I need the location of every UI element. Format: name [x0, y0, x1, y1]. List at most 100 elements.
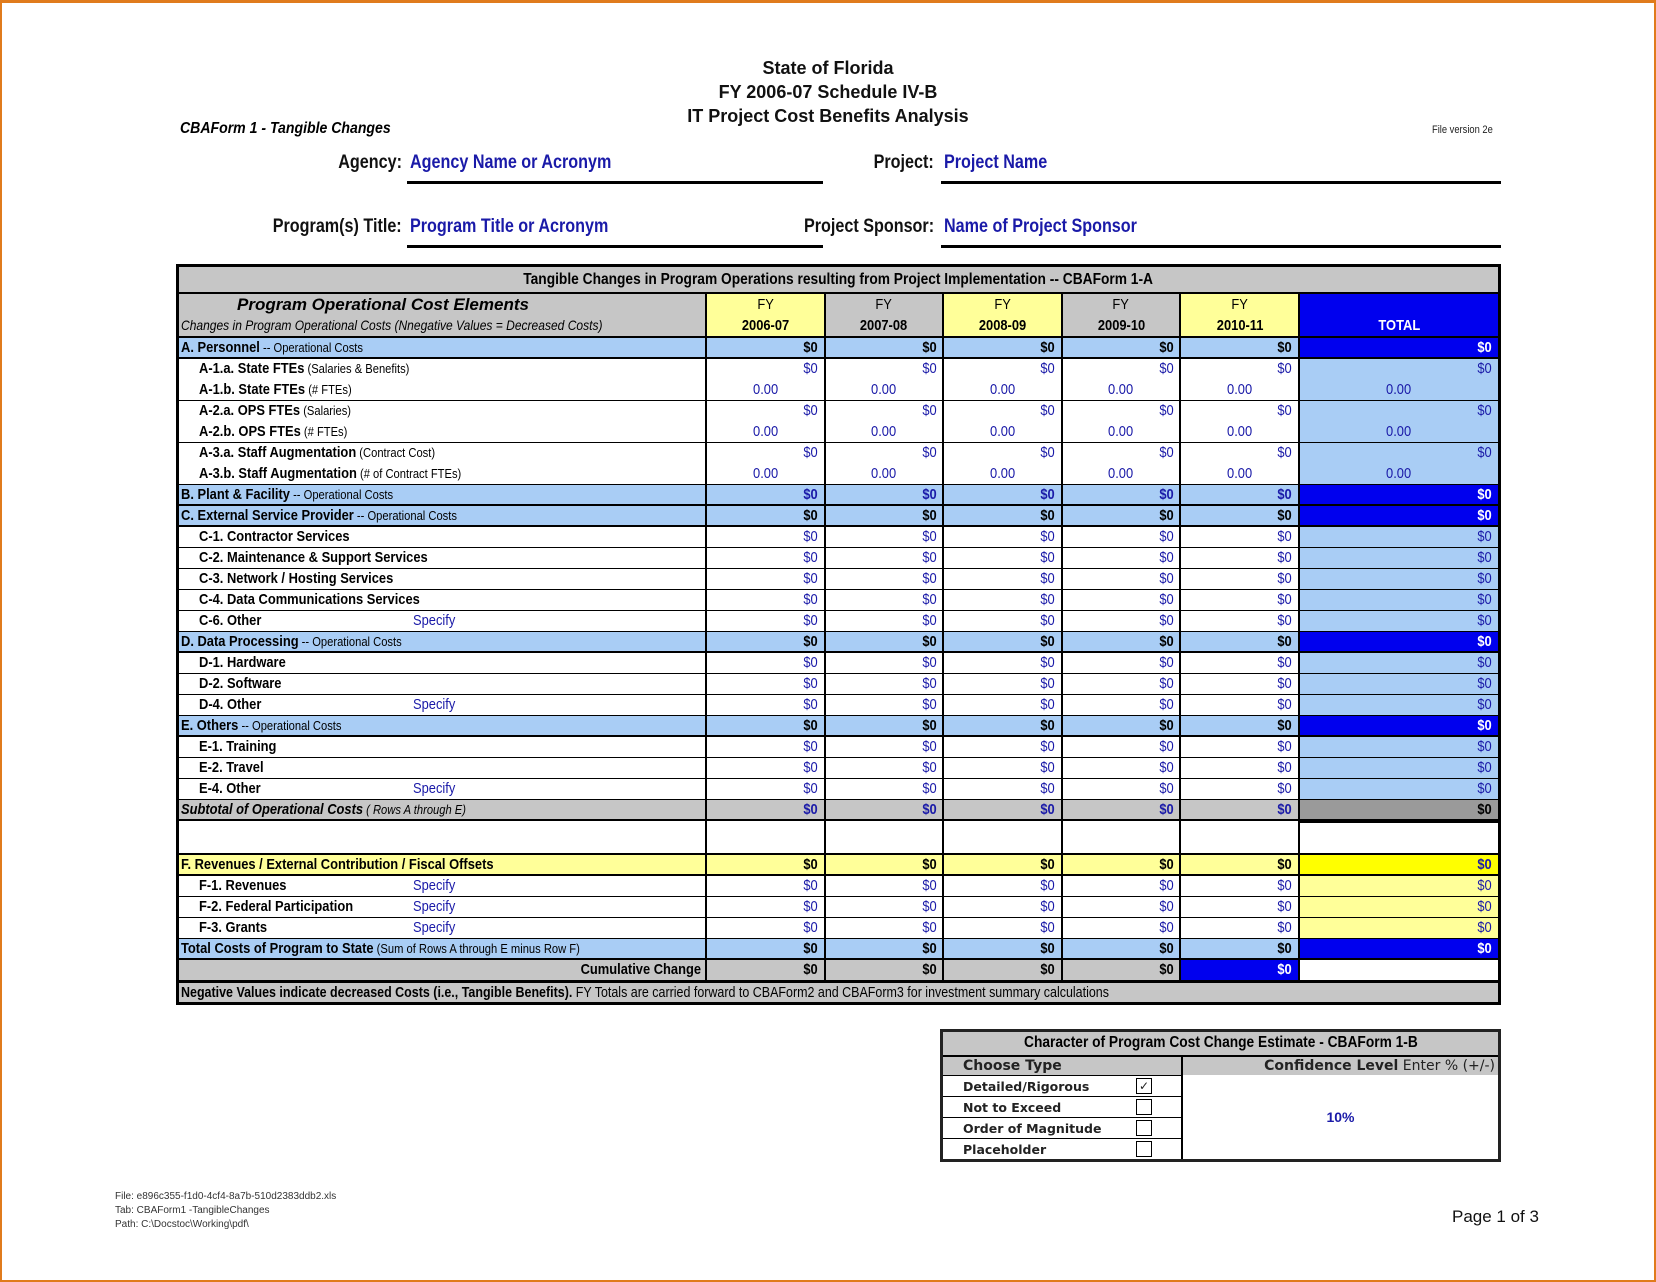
value-input[interactable]: $0 [1063, 359, 1182, 380]
value-input[interactable]: 0.00 [944, 380, 1063, 400]
specify-field[interactable]: Specify [413, 897, 455, 917]
value-input[interactable]: $0 [1181, 548, 1300, 568]
value-input[interactable]: $0 [707, 674, 826, 694]
value-input[interactable]: $0 [707, 876, 826, 896]
value-input[interactable]: 0.00 [707, 464, 826, 484]
program-title-field[interactable]: Program Title or Acronym [410, 216, 608, 238]
checkbox[interactable] [1136, 1120, 1152, 1136]
value-input[interactable]: $0 [1063, 897, 1182, 917]
value-input[interactable]: $0 [944, 674, 1063, 694]
value-input[interactable]: $0 [944, 918, 1063, 938]
value-input[interactable]: $0 [707, 569, 826, 589]
value-input[interactable]: $0 [1063, 876, 1182, 896]
value-input[interactable]: 0.00 [707, 380, 826, 400]
value-input[interactable]: $0 [944, 611, 1063, 631]
value-input[interactable]: $0 [826, 918, 945, 938]
value-input[interactable]: $0 [944, 359, 1063, 380]
value-input[interactable]: $0 [826, 779, 945, 799]
value-input[interactable]: $0 [1181, 674, 1300, 694]
value-input[interactable]: $0 [1181, 876, 1300, 896]
value-input[interactable]: 0.00 [1181, 380, 1300, 400]
value-input[interactable]: $0 [944, 569, 1063, 589]
value-input[interactable]: $0 [1063, 590, 1182, 610]
value-input[interactable]: $0 [1063, 674, 1182, 694]
value-input[interactable]: $0 [944, 527, 1063, 547]
checkbox[interactable] [1136, 1099, 1152, 1115]
value-input[interactable]: $0 [1181, 359, 1300, 380]
value-input[interactable]: $0 [707, 611, 826, 631]
value-input[interactable]: $0 [826, 611, 945, 631]
value-input[interactable]: $0 [1063, 401, 1182, 422]
value-input[interactable]: $0 [1181, 401, 1300, 422]
specify-field[interactable]: Specify [413, 779, 455, 799]
value-input[interactable]: 0.00 [1063, 380, 1182, 400]
value-input[interactable]: $0 [944, 695, 1063, 715]
value-input[interactable]: 0.00 [1063, 464, 1182, 484]
value-input[interactable]: $0 [826, 527, 945, 547]
specify-field[interactable]: Specify [413, 695, 455, 715]
value-input[interactable]: $0 [826, 876, 945, 896]
value-input[interactable]: $0 [707, 359, 826, 380]
value-input[interactable]: $0 [826, 443, 945, 464]
checkbox[interactable] [1136, 1141, 1152, 1157]
value-input[interactable]: $0 [1181, 653, 1300, 673]
value-input[interactable]: $0 [944, 758, 1063, 778]
value-input[interactable]: 0.00 [826, 380, 945, 400]
value-input[interactable]: $0 [1063, 548, 1182, 568]
value-input[interactable]: $0 [826, 359, 945, 380]
value-input[interactable]: $0 [707, 443, 826, 464]
value-input[interactable]: $0 [1063, 569, 1182, 589]
value-input[interactable]: $0 [826, 401, 945, 422]
project-field[interactable]: Project Name [944, 152, 1047, 174]
value-input[interactable]: $0 [707, 590, 826, 610]
value-input[interactable]: $0 [1063, 527, 1182, 547]
value-input[interactable]: $0 [1063, 918, 1182, 938]
value-input[interactable]: $0 [944, 590, 1063, 610]
value-input[interactable]: $0 [944, 653, 1063, 673]
value-input[interactable]: $0 [1181, 918, 1300, 938]
value-input[interactable]: $0 [707, 918, 826, 938]
value-input[interactable]: $0 [1181, 695, 1300, 715]
value-input[interactable]: $0 [707, 548, 826, 568]
value-input[interactable]: 0.00 [1181, 464, 1300, 484]
value-input[interactable]: $0 [1181, 779, 1300, 799]
value-input[interactable]: $0 [944, 779, 1063, 799]
value-input[interactable]: $0 [826, 897, 945, 917]
value-input[interactable]: $0 [826, 758, 945, 778]
value-input[interactable]: $0 [1063, 653, 1182, 673]
value-input[interactable]: $0 [707, 695, 826, 715]
value-input[interactable]: 0.00 [944, 422, 1063, 442]
value-input[interactable]: 0.00 [1063, 422, 1182, 442]
value-input[interactable]: 0.00 [826, 464, 945, 484]
value-input[interactable]: $0 [826, 737, 945, 757]
value-input[interactable]: 0.00 [1181, 422, 1300, 442]
confidence-value[interactable]: 10% [1183, 1075, 1498, 1159]
value-input[interactable]: $0 [1181, 758, 1300, 778]
value-input[interactable]: $0 [1063, 779, 1182, 799]
value-input[interactable]: $0 [1181, 443, 1300, 464]
value-input[interactable]: $0 [944, 737, 1063, 757]
value-input[interactable]: $0 [944, 897, 1063, 917]
value-input[interactable]: $0 [707, 653, 826, 673]
value-input[interactable]: $0 [707, 737, 826, 757]
value-input[interactable]: 0.00 [826, 422, 945, 442]
value-input[interactable]: $0 [1181, 569, 1300, 589]
value-input[interactable]: 0.00 [707, 422, 826, 442]
value-input[interactable]: $0 [707, 779, 826, 799]
specify-field[interactable]: Specify [413, 918, 455, 938]
value-input[interactable]: $0 [944, 401, 1063, 422]
value-input[interactable]: $0 [1063, 758, 1182, 778]
agency-field[interactable]: Agency Name or Acronym [410, 152, 611, 174]
value-input[interactable]: $0 [1063, 737, 1182, 757]
value-input[interactable]: $0 [707, 897, 826, 917]
value-input[interactable]: $0 [1063, 695, 1182, 715]
value-input[interactable]: $0 [1181, 590, 1300, 610]
value-input[interactable]: $0 [826, 674, 945, 694]
value-input[interactable]: $0 [707, 758, 826, 778]
value-input[interactable]: $0 [944, 876, 1063, 896]
value-input[interactable]: $0 [1181, 527, 1300, 547]
value-input[interactable]: $0 [826, 548, 945, 568]
specify-field[interactable]: Specify [413, 611, 455, 631]
value-input[interactable]: $0 [826, 590, 945, 610]
checkbox-checked[interactable]: ✓ [1136, 1078, 1152, 1094]
